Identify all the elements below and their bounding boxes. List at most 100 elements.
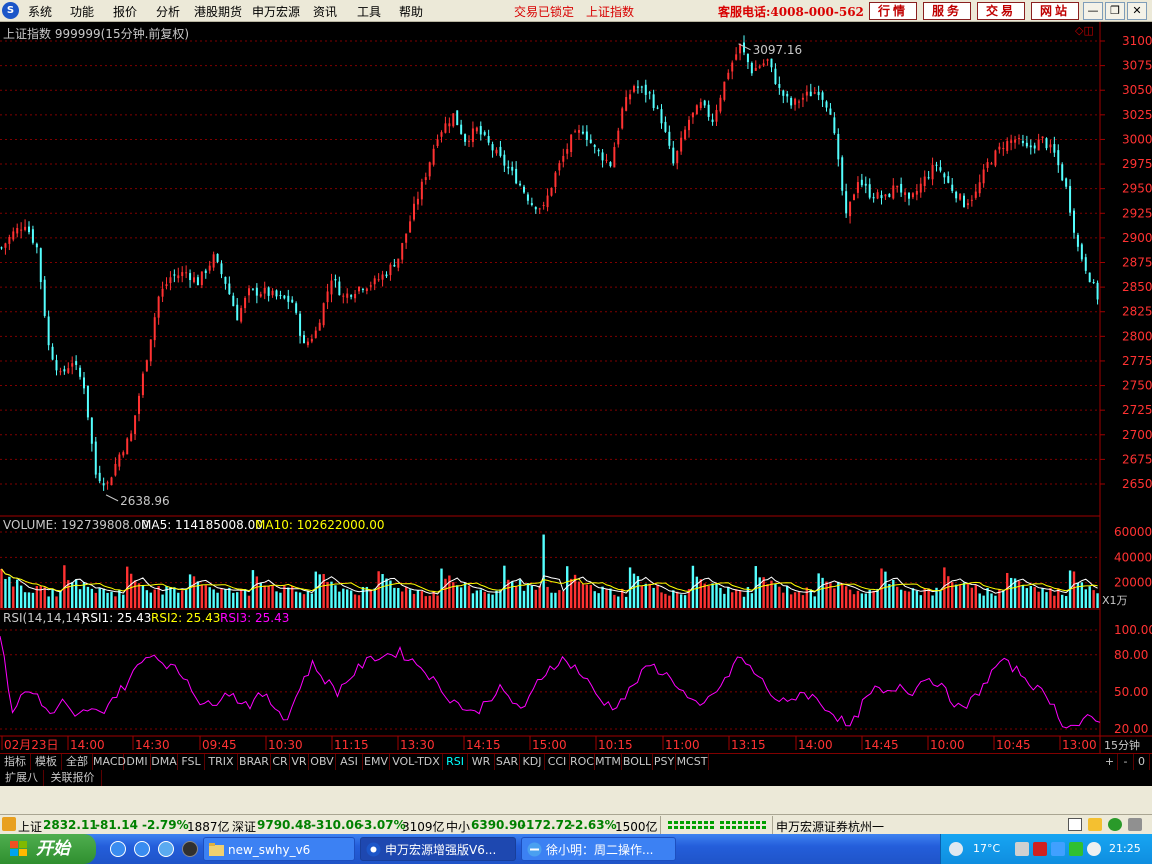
- indicator-tab-cr[interactable]: CR: [271, 754, 290, 770]
- indicator-tab-wr[interactable]: WR: [468, 754, 495, 770]
- candle-body: [762, 63, 765, 66]
- indicator-tab-boll[interactable]: BOLL: [622, 754, 653, 770]
- task-swhy-app[interactable]: 申万宏源增强版V6...: [360, 837, 516, 861]
- indicator-tab-fsl[interactable]: FSL: [178, 754, 205, 770]
- indicator-tab-dma[interactable]: DMA: [151, 754, 178, 770]
- indicator-tab-mtm[interactable]: MTM: [595, 754, 622, 770]
- tray-shield-icon[interactable]: [1069, 842, 1083, 856]
- indicator-tab-brar[interactable]: BRAR: [238, 754, 271, 770]
- indicator-tab-asi[interactable]: ASI: [336, 754, 363, 770]
- website-button[interactable]: 网站: [1031, 2, 1079, 20]
- close-icon[interactable]: ✕: [1127, 2, 1147, 20]
- market-button[interactable]: 行情: [869, 2, 917, 20]
- browser-icon[interactable]: [158, 841, 174, 857]
- market-breadth-icon: [668, 821, 766, 829]
- indicator-tab-vr[interactable]: VR: [290, 754, 309, 770]
- volume-bar: [609, 588, 612, 608]
- weather-cloud-icon[interactable]: [949, 842, 963, 856]
- indicator-tab-psy[interactable]: PSY: [653, 754, 676, 770]
- indicator-tab-mcst[interactable]: MCST: [676, 754, 709, 770]
- menu-tools[interactable]: 工具: [357, 3, 381, 20]
- reset-button[interactable]: 0: [1134, 754, 1150, 770]
- indicator-tab-dmi[interactable]: DMI: [124, 754, 151, 770]
- candle-body: [896, 185, 899, 188]
- menu-function[interactable]: 功能: [70, 3, 94, 20]
- tab-indicator[interactable]: 指标: [0, 754, 31, 770]
- menu-quote[interactable]: 报价: [113, 3, 137, 20]
- candle-body: [358, 286, 360, 292]
- settings-icon[interactable]: [1128, 818, 1142, 831]
- candle-body: [955, 191, 958, 199]
- price-tick-label: 2825: [1122, 305, 1152, 319]
- chart-expand-icon[interactable]: ◇◫: [1075, 24, 1094, 37]
- chart-area[interactable]: 3100 3075 3050 3025 3000 2975 2950 2925 2900 2875…: [0, 22, 1152, 753]
- candle-body: [629, 94, 632, 100]
- ie-browser-icon[interactable]: [134, 841, 150, 857]
- volume-tick-label: 20000: [1114, 576, 1152, 590]
- indicator-tab-kdj[interactable]: KDJ: [520, 754, 545, 770]
- lock-icon[interactable]: [1088, 818, 1102, 831]
- trade-lock-status[interactable]: 交易已锁定: [514, 3, 574, 20]
- menu-help[interactable]: 帮助: [399, 3, 423, 20]
- volume-bar: [263, 585, 266, 608]
- network-icon[interactable]: [1108, 818, 1122, 831]
- task-new-swhy[interactable]: new_swhy_v6: [203, 837, 355, 861]
- desktop-icon[interactable]: [182, 841, 198, 857]
- indicator-tab-macd[interactable]: MACD: [93, 754, 126, 770]
- zoom-in-button[interactable]: +: [1102, 754, 1118, 770]
- menu-info[interactable]: 资讯: [313, 3, 337, 20]
- volume-bar: [298, 592, 302, 608]
- zoom-out-button[interactable]: -: [1118, 754, 1134, 770]
- tray-lang-icon[interactable]: [1051, 842, 1065, 856]
- ie-icon[interactable]: [110, 841, 126, 857]
- indicator-tab-emv[interactable]: EMV: [363, 754, 390, 770]
- menu-hk-futures[interactable]: 港股期货: [194, 3, 242, 20]
- indicator-tab-roc[interactable]: ROC: [570, 754, 595, 770]
- candle-body: [782, 90, 785, 96]
- restore-icon[interactable]: ❐: [1105, 2, 1125, 20]
- candle-body: [106, 482, 109, 484]
- volume-bar: [994, 595, 997, 608]
- menu-system[interactable]: 系统: [28, 3, 52, 20]
- window-icon[interactable]: [1068, 818, 1082, 831]
- indicator-tab-vol-tdx[interactable]: VOL-TDX: [390, 754, 443, 770]
- sh-index-name[interactable]: 上证: [18, 818, 42, 835]
- tab-related-quotes[interactable]: 关联报价: [44, 770, 102, 786]
- trade-button[interactable]: 交易: [977, 2, 1025, 20]
- indicator-tab-trix[interactable]: TRIX: [205, 754, 238, 770]
- tab-all[interactable]: 全部: [62, 754, 93, 770]
- tray-volume-icon[interactable]: [1087, 842, 1101, 856]
- indicator-tab-sar[interactable]: SAR: [495, 754, 520, 770]
- current-index-label[interactable]: 上证指数: [586, 3, 634, 20]
- menu-analysis[interactable]: 分析: [156, 3, 180, 20]
- minimize-icon[interactable]: —: [1083, 2, 1103, 20]
- volume-bar: [683, 595, 687, 608]
- price-tick-label: 2700: [1122, 428, 1152, 442]
- candle-body: [672, 147, 675, 164]
- broker-label[interactable]: 申万宏源证券杭州一: [776, 818, 884, 835]
- sz-index-name[interactable]: 深证: [232, 818, 256, 835]
- volume-bar: [1006, 572, 1009, 608]
- volume-bar: [122, 594, 125, 608]
- tab-template[interactable]: 模板: [31, 754, 62, 770]
- kline-chart[interactable]: 3100 3075 3050 3025 3000 2975 2950 2925 2900 2875…: [0, 22, 1152, 753]
- menu-swhy[interactable]: 申万宏源: [252, 3, 300, 20]
- zx-index-change: -172.72: [521, 818, 573, 832]
- volume-bar: [385, 578, 388, 608]
- start-button[interactable]: 开始: [0, 834, 96, 864]
- zx-index-name[interactable]: 中小: [446, 818, 470, 835]
- candle-body: [1092, 282, 1095, 284]
- volume-bar: [404, 586, 408, 608]
- tray-arrow-icon[interactable]: [1015, 842, 1029, 856]
- indicator-tab-rsi[interactable]: RSI: [443, 754, 468, 770]
- quote-bell-icon[interactable]: [2, 817, 16, 831]
- tray-flag-icon[interactable]: [1033, 842, 1047, 856]
- service-button[interactable]: 服务: [923, 2, 971, 20]
- indicator-tab-cci[interactable]: CCI: [545, 754, 570, 770]
- period-selector[interactable]: 15分钟: [1104, 737, 1140, 753]
- task-browser-article[interactable]: 徐小明：周二操作...: [521, 837, 676, 861]
- indicator-tab-obv[interactable]: OBV: [309, 754, 336, 770]
- tab-extension-eight[interactable]: 扩展八: [0, 770, 44, 786]
- candle-body: [67, 368, 70, 373]
- candle-body: [267, 287, 270, 296]
